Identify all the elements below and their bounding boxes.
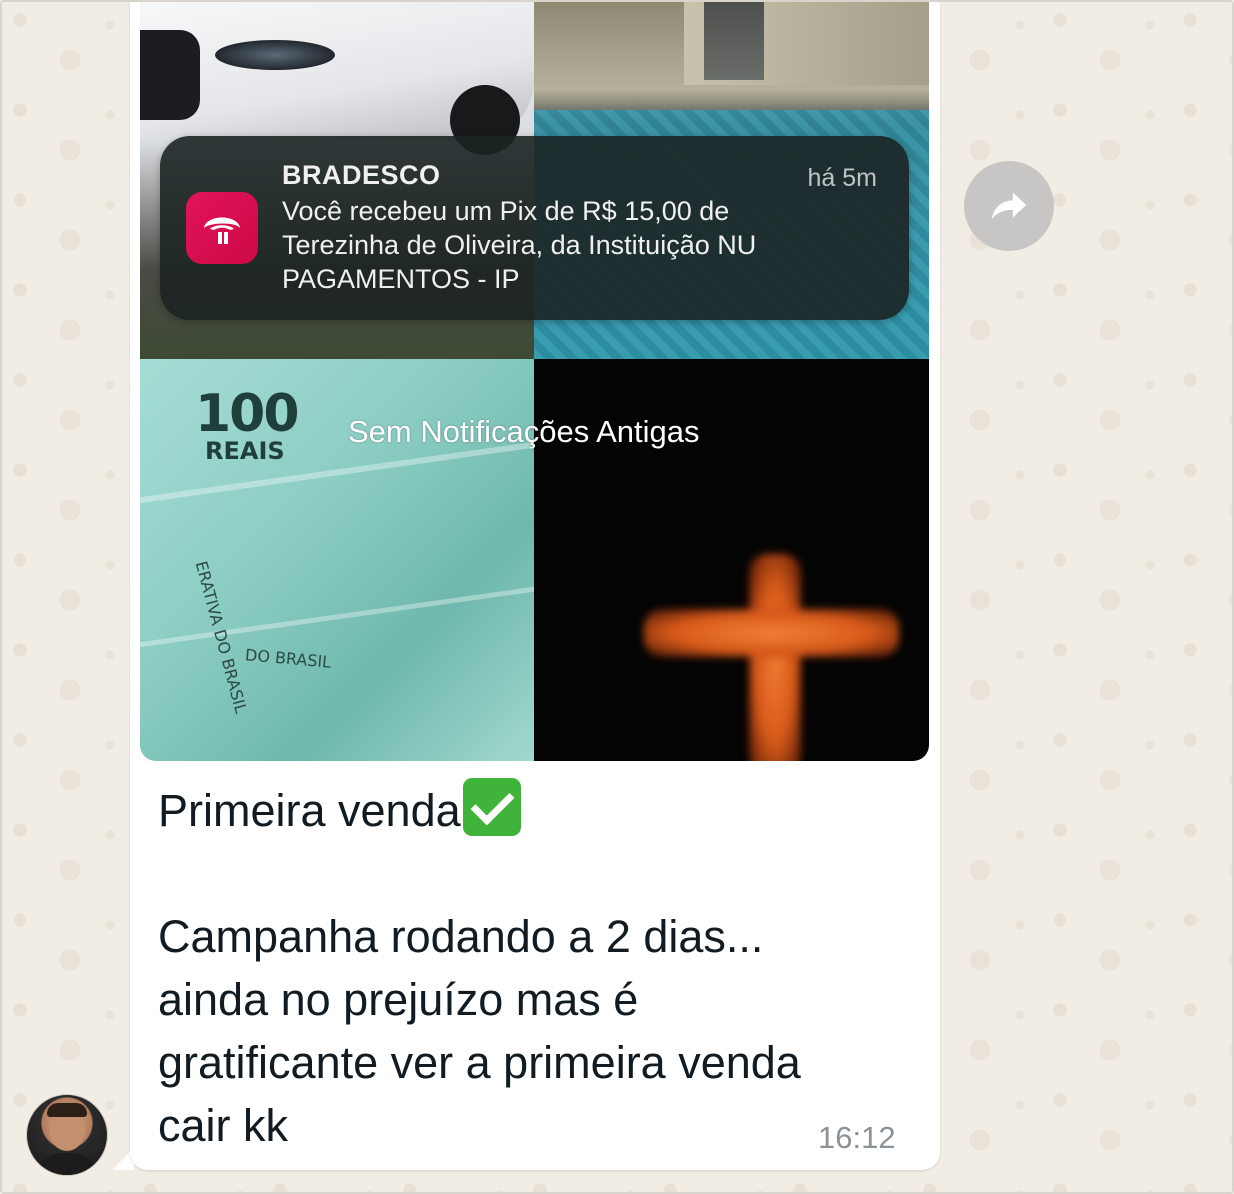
no-older-notifications-text: Sem Notificações Antigas: [348, 414, 700, 449]
message-timestamp: 16:12: [818, 1120, 896, 1155]
message-image[interactable]: 100 REAIS ERATIVA DO BRASIL DO BRASIL: [140, 0, 929, 761]
forward-arrow-icon: [991, 192, 1027, 220]
check-mark-emoji-icon: [462, 778, 521, 836]
bank-notification: BRADESCO há 5m Você recebeu um Pix de R$…: [160, 136, 909, 320]
caption-first-line: Primeira venda: [158, 785, 461, 836]
banknote-number: 100: [195, 384, 300, 444]
banknote-currency: REAIS: [205, 437, 285, 465]
notification-time: há 5m: [807, 164, 877, 192]
caption-body: Campanha rodando a 2 dias... ainda no pr…: [158, 911, 801, 1151]
notification-app-name: BRADESCO: [282, 160, 441, 190]
sender-avatar[interactable]: [26, 1094, 108, 1176]
forward-button[interactable]: [964, 161, 1054, 251]
banknote-text: DO BRASIL: [244, 645, 332, 672]
bradesco-logo-icon: [186, 192, 258, 264]
message-caption: Primeira venda Campanha rodando a 2 dias…: [158, 778, 918, 1157]
notification-body: Você recebeu um Pix de R$ 15,00 de Terez…: [282, 196, 757, 294]
